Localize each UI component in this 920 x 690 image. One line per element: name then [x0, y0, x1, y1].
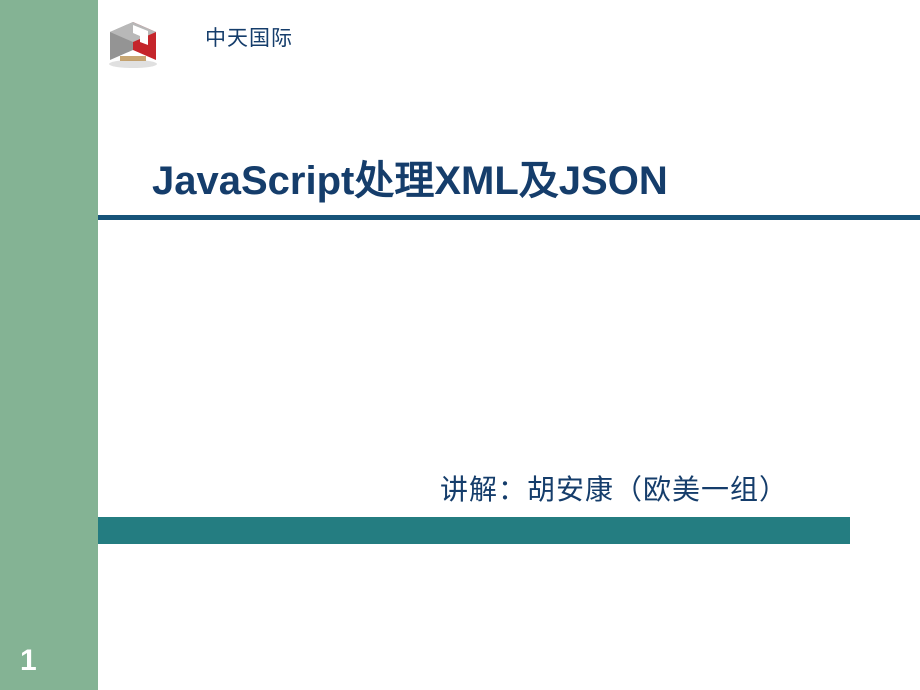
company-logo — [98, 12, 188, 72]
page-number: 1 — [20, 644, 37, 678]
decorative-bar — [98, 517, 850, 544]
presenter-info: 讲解：胡安康（欧美一组） — [440, 468, 788, 508]
title-underline — [98, 215, 920, 220]
company-name: 中天国际 — [205, 22, 293, 52]
sidebar-decoration — [0, 0, 98, 690]
slide-title: JavaScript处理XML及JSON — [152, 148, 668, 206]
slide-title-container: JavaScript处理XML及JSON — [152, 148, 668, 206]
